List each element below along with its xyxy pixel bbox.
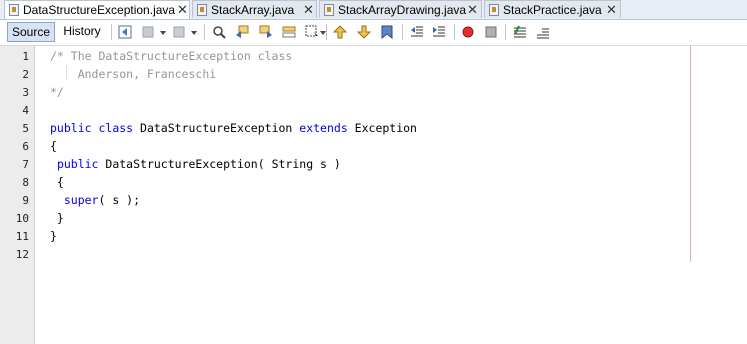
code-text: } [50, 229, 57, 243]
code-comment: Anderson, Franceschi [50, 67, 217, 81]
line-number: 8 [22, 176, 29, 189]
code-line[interactable]: public DataStructureException( String s … [50, 157, 341, 171]
shift-left-icon[interactable] [410, 25, 424, 39]
record-macro-icon[interactable] [461, 25, 475, 39]
code-line[interactable]: public class DataStructureException exte… [50, 121, 417, 135]
code-text: ( s ); [98, 193, 141, 207]
line-number: 10 [15, 212, 29, 225]
tab-stackarraydrawing[interactable]: StackArrayDrawing.java ✕ [319, 0, 482, 18]
right-margin-line [690, 46, 691, 262]
line-number: 7 [22, 158, 29, 171]
editor-toolbar: Source History [0, 20, 747, 46]
find-previous-icon[interactable] [235, 25, 249, 39]
java-file-icon [489, 4, 499, 16]
code-keyword: public [56, 157, 99, 171]
toggle-bookmark-icon[interactable] [380, 25, 394, 39]
line-number-gutter: 1 2 3 4 5 6 7 8 9 10 11 12 [0, 46, 35, 344]
line-number: 3 [22, 86, 29, 99]
close-icon[interactable]: ✕ [177, 2, 188, 18]
toolbar-separator [204, 24, 205, 40]
tab-stackpractice[interactable]: StackPractice.java ✕ [484, 0, 621, 18]
uncomment-icon[interactable] [536, 25, 550, 39]
code-editor[interactable]: /* The DataStructureException class Ande… [35, 46, 747, 344]
comment-icon[interactable] [513, 25, 527, 39]
code-line[interactable]: /* The DataStructureException class [50, 49, 292, 63]
stop-macro-icon[interactable] [484, 25, 498, 39]
shift-right-icon[interactable] [432, 25, 446, 39]
java-file-icon [9, 4, 19, 16]
line-number: 12 [15, 248, 29, 261]
code-text: { [50, 175, 64, 189]
next-bookmark-icon[interactable] [357, 25, 371, 39]
code-line[interactable]: Anderson, Franceschi [50, 67, 216, 81]
code-line[interactable]: } [50, 229, 57, 243]
tab-label: DataStructureException.java [23, 3, 176, 17]
code-comment: /* The DataStructureException class [50, 49, 293, 63]
code-line[interactable]: { [50, 175, 64, 189]
code-line[interactable]: super( s ); [50, 193, 140, 207]
code-keyword: super [63, 193, 99, 207]
tab-stackarray[interactable]: StackArray.java ✕ [192, 0, 317, 18]
tab-label: StackArrayDrawing.java [338, 3, 467, 17]
editor-tab-bar: DataStructureException.java ✕ StackArray… [0, 0, 747, 20]
code-line[interactable]: } [50, 211, 64, 225]
code-keyword: public [50, 121, 92, 135]
code-keyword: extends [299, 121, 348, 135]
toolbar-separator [505, 24, 506, 40]
forward-dropdown-icon[interactable] [142, 25, 156, 39]
chevron-down-icon[interactable] [190, 25, 198, 39]
line-number: 2 [22, 68, 29, 81]
source-button[interactable]: Source [7, 22, 55, 42]
close-icon[interactable]: ✕ [303, 2, 314, 18]
find-icon[interactable] [212, 25, 226, 39]
close-icon[interactable]: ✕ [467, 2, 478, 18]
indent-guide [66, 66, 67, 80]
java-file-icon [197, 4, 207, 16]
line-number: 6 [22, 140, 29, 153]
code-text: { [50, 139, 57, 153]
line-number: 11 [15, 230, 29, 243]
code-text: Exception [347, 121, 417, 135]
line-number: 5 [22, 122, 29, 135]
code-text: DataStructureException [133, 121, 300, 135]
find-selection-icon[interactable] [282, 25, 296, 39]
code-keyword: class [98, 121, 134, 135]
select-icon[interactable] [305, 25, 319, 39]
code-line[interactable]: { [50, 139, 57, 153]
line-number: 9 [22, 194, 29, 207]
code-comment: */ [50, 85, 64, 99]
code-line[interactable]: */ [50, 85, 64, 99]
line-number: 4 [22, 104, 29, 117]
tab-label: StackPractice.java [503, 3, 602, 17]
toolbar-separator [111, 24, 112, 40]
history-dropdown-icon[interactable] [173, 25, 187, 39]
close-icon[interactable]: ✕ [606, 2, 617, 18]
chevron-down-icon[interactable] [159, 25, 167, 39]
toolbar-separator [326, 24, 327, 40]
find-next-icon[interactable] [259, 25, 273, 39]
code-text: } [50, 211, 64, 225]
line-number: 1 [22, 50, 29, 63]
toolbar-separator [402, 24, 403, 40]
previous-bookmark-icon[interactable] [333, 25, 347, 39]
toolbar-separator [454, 24, 455, 40]
tab-label: StackArray.java [211, 3, 295, 17]
back-icon[interactable] [118, 25, 132, 39]
tab-datastructureexception[interactable]: DataStructureException.java ✕ [4, 0, 190, 19]
history-button[interactable]: History [59, 22, 105, 42]
java-file-icon [324, 4, 334, 16]
code-text: DataStructureException( String s ) [98, 157, 341, 171]
